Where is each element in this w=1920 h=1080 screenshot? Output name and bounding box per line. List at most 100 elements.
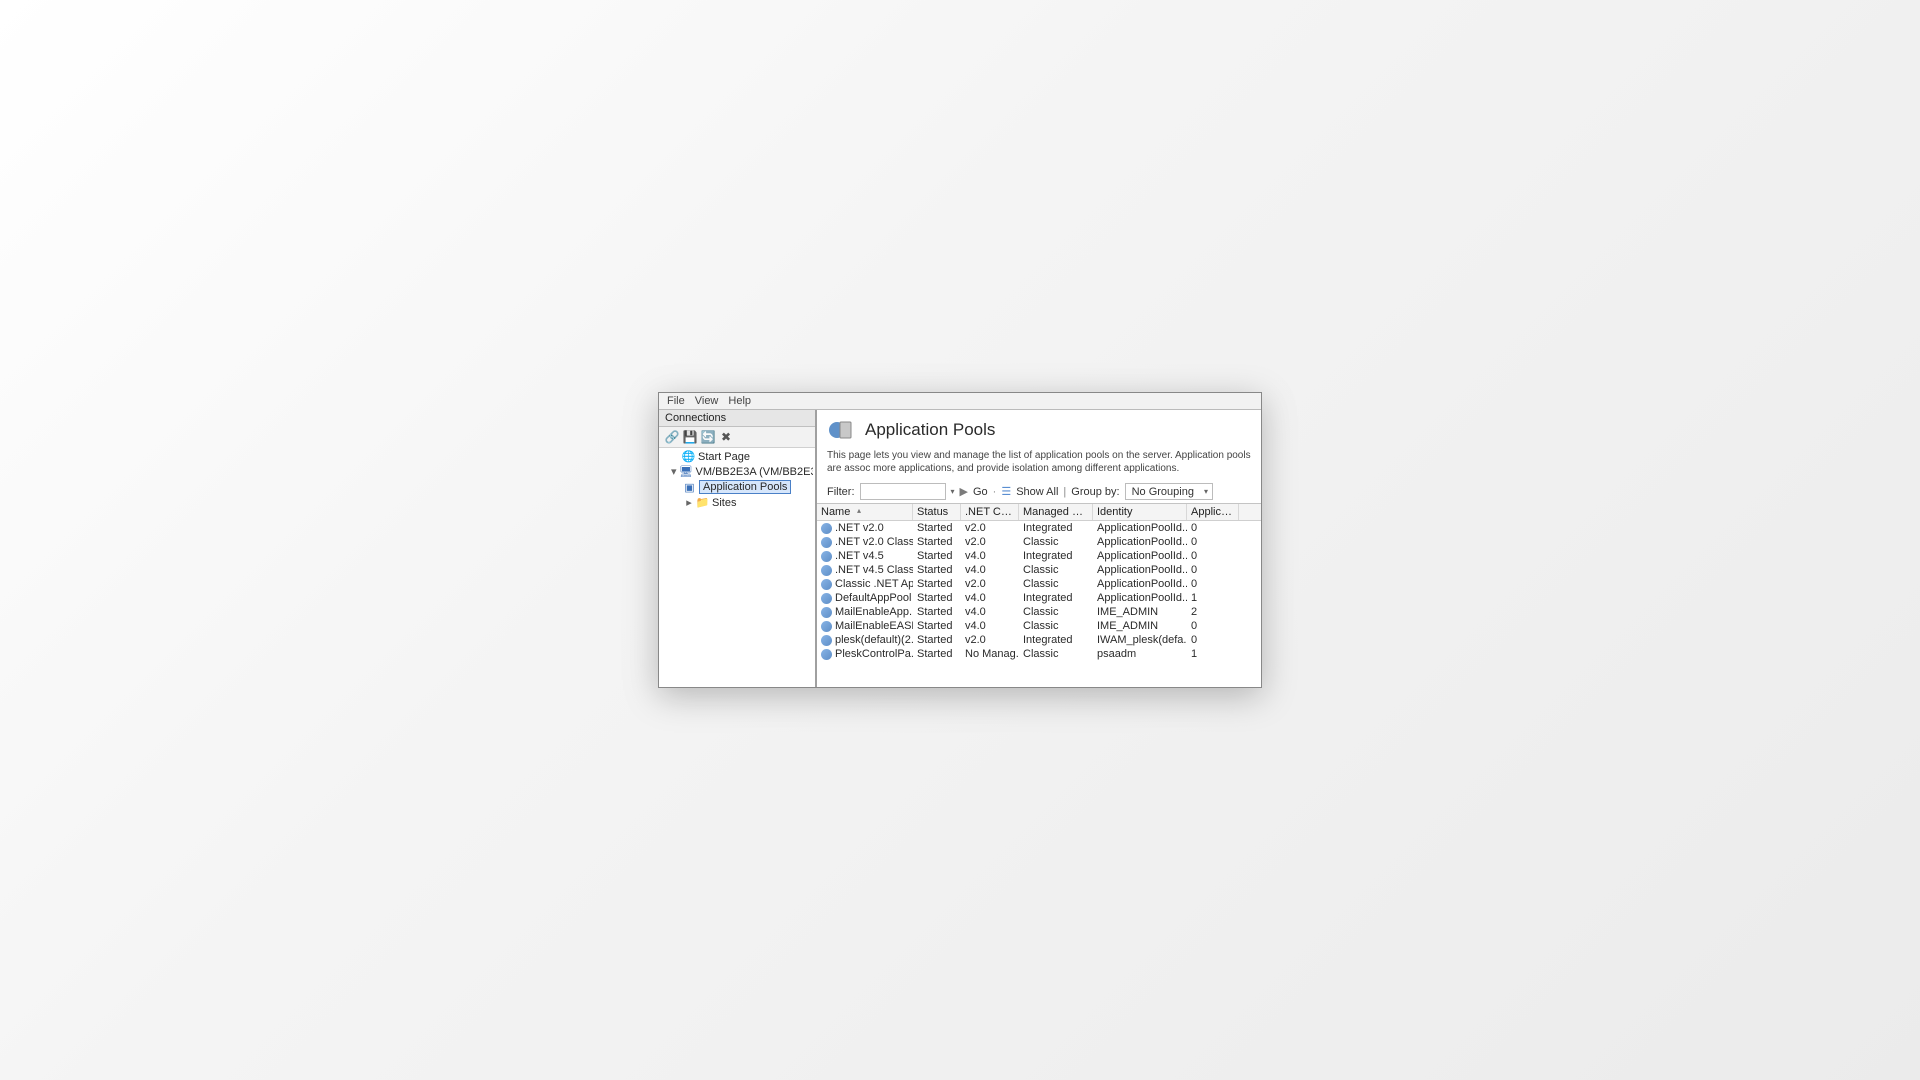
th-identity[interactable]: Identity <box>1093 504 1187 520</box>
cell-pipeline: Integrated <box>1019 633 1093 647</box>
cell-identity: ApplicationPoolId... <box>1093 535 1187 549</box>
expander-icon[interactable]: ▾ <box>671 465 677 478</box>
stop-icon[interactable]: ✖ <box>719 430 733 444</box>
cell-apps: 0 <box>1187 521 1239 535</box>
cell-pipeline: Classic <box>1019 619 1093 633</box>
connect-icon[interactable]: 🔗 <box>665 430 679 444</box>
main-content: Application Pools This page lets you vie… <box>817 410 1261 687</box>
cell-identity: psaadm <box>1093 647 1187 661</box>
iis-manager-window: File View Help Connections 🔗 💾 🔄 ✖ 🌐 Sta… <box>658 392 1262 688</box>
table-header-row: Name ▴ Status .NET CLR V... Managed Pipe… <box>817 504 1261 521</box>
menu-view[interactable]: View <box>695 395 719 407</box>
separator: · <box>993 486 997 498</box>
table-row[interactable]: DefaultAppPoolStartedv4.0IntegratedAppli… <box>817 591 1261 605</box>
tree-node-sites[interactable]: ▸ 📁 Sites <box>661 495 813 510</box>
cell-pipeline: Integrated <box>1019 591 1093 605</box>
tree-node-start-page[interactable]: 🌐 Start Page <box>661 449 813 464</box>
cell-status: Started <box>913 577 961 591</box>
th-status[interactable]: Status <box>913 504 961 520</box>
group-by-value: No Grouping <box>1132 486 1194 498</box>
filter-label: Filter: <box>827 486 855 498</box>
show-all-button[interactable]: Show All <box>1016 486 1058 498</box>
page-description: This page lets you view and manage the l… <box>817 448 1261 481</box>
app-pool-row-icon <box>821 565 832 576</box>
table-row[interactable]: .NET v4.5Startedv4.0IntegratedApplicatio… <box>817 549 1261 563</box>
filter-input[interactable] <box>860 483 946 500</box>
cell-apps: 0 <box>1187 549 1239 563</box>
connections-tree: 🌐 Start Page ▾ 🖥 VM/BB2E3A (VM/BB2E3A\Ad… <box>659 448 815 687</box>
group-by-dropdown[interactable]: No Grouping <box>1125 483 1213 500</box>
filter-dropdown-icon[interactable]: ▾ <box>951 487 955 496</box>
table-row[interactable]: .NET v2.0Startedv2.0IntegratedApplicatio… <box>817 521 1261 535</box>
cell-pipeline: Classic <box>1019 647 1093 661</box>
showall-icon[interactable]: ☰ <box>1001 485 1011 498</box>
cell-status: Started <box>913 605 961 619</box>
cell-clr: v4.0 <box>961 563 1019 577</box>
go-icon[interactable]: ▶ <box>960 485 968 498</box>
cell-pipeline: Integrated <box>1019 521 1093 535</box>
cell-status: Started <box>913 563 961 577</box>
app-pool-row-icon <box>821 593 832 604</box>
th-label: Name <box>821 506 850 518</box>
cell-identity: ApplicationPoolId... <box>1093 563 1187 577</box>
th-name[interactable]: Name ▴ <box>817 504 913 520</box>
cell-status: Started <box>913 633 961 647</box>
menu-bar: File View Help <box>659 393 1261 410</box>
th-pipeline[interactable]: Managed Pipel... <box>1019 504 1093 520</box>
cell-name: Classic .NET Ap... <box>817 577 913 591</box>
table-row[interactable]: Classic .NET Ap...Startedv2.0ClassicAppl… <box>817 577 1261 591</box>
page-title: Application Pools <box>865 420 995 440</box>
cell-status: Started <box>913 521 961 535</box>
table-row[interactable]: MailEnableEASP...Startedv4.0ClassicIME_A… <box>817 619 1261 633</box>
go-label[interactable]: Go <box>973 486 988 498</box>
table-row[interactable]: MailEnableApp...Startedv4.0ClassicIME_AD… <box>817 605 1261 619</box>
cell-status: Started <box>913 647 961 661</box>
cell-status: Started <box>913 535 961 549</box>
menu-help[interactable]: Help <box>728 395 751 407</box>
expander-icon[interactable]: ▸ <box>685 496 693 509</box>
cell-clr: v2.0 <box>961 577 1019 591</box>
cell-pipeline: Classic <box>1019 605 1093 619</box>
cell-apps: 1 <box>1187 591 1239 605</box>
th-clr[interactable]: .NET CLR V... <box>961 504 1019 520</box>
menu-file[interactable]: File <box>667 395 685 407</box>
tree-node-server[interactable]: ▾ 🖥 VM/BB2E3A (VM/BB2E3A\Ad <box>661 464 813 479</box>
cell-name: .NET v2.0 Classic <box>817 535 913 549</box>
cell-identity: ApplicationPoolId... <box>1093 591 1187 605</box>
cell-apps: 0 <box>1187 535 1239 549</box>
window-body: Connections 🔗 💾 🔄 ✖ 🌐 Start Page ▾ 🖥 VM/… <box>659 410 1261 687</box>
cell-clr: v4.0 <box>961 549 1019 563</box>
table-row[interactable]: PleskControlPa...StartedNo Manag...Class… <box>817 647 1261 661</box>
app-pool-row-icon <box>821 621 832 632</box>
cell-pipeline: Classic <box>1019 535 1093 549</box>
cell-identity: IWAM_plesk(defa... <box>1093 633 1187 647</box>
table-row[interactable]: plesk(default)(2....Startedv2.0Integrate… <box>817 633 1261 647</box>
table-body: .NET v2.0Startedv2.0IntegratedApplicatio… <box>817 521 1261 687</box>
cell-clr: v2.0 <box>961 535 1019 549</box>
globe-icon: 🌐 <box>682 450 695 463</box>
table-row[interactable]: .NET v2.0 ClassicStartedv2.0ClassicAppli… <box>817 535 1261 549</box>
th-apps[interactable]: Applications <box>1187 504 1239 520</box>
server-icon: 🖥 <box>680 465 693 478</box>
filter-toolbar: Filter: ▾ ▶ Go · ☰ Show All | Group by: … <box>817 481 1261 503</box>
app-pool-row-icon <box>821 649 832 660</box>
cell-identity: ApplicationPoolId... <box>1093 577 1187 591</box>
table-row[interactable]: .NET v4.5 ClassicStartedv4.0ClassicAppli… <box>817 563 1261 577</box>
save-icon[interactable]: 💾 <box>683 430 697 444</box>
cell-status: Started <box>913 549 961 563</box>
app-pool-row-icon <box>821 537 832 548</box>
app-pool-icon: ▣ <box>683 481 696 494</box>
tree-node-app-pools[interactable]: ▣ Application Pools <box>661 479 813 495</box>
refresh-icon[interactable]: 🔄 <box>701 430 715 444</box>
cell-name: .NET v2.0 <box>817 521 913 535</box>
tree-node-label: Start Page <box>698 451 750 463</box>
cell-clr: v2.0 <box>961 521 1019 535</box>
tree-node-label: VM/BB2E3A (VM/BB2E3A\Ad <box>696 466 813 478</box>
page-header: Application Pools <box>817 410 1261 448</box>
cell-apps: 0 <box>1187 633 1239 647</box>
cell-clr: v4.0 <box>961 619 1019 633</box>
cell-pipeline: Classic <box>1019 577 1093 591</box>
cell-identity: IME_ADMIN <box>1093 605 1187 619</box>
cell-name: DefaultAppPool <box>817 591 913 605</box>
app-pool-row-icon <box>821 523 832 534</box>
